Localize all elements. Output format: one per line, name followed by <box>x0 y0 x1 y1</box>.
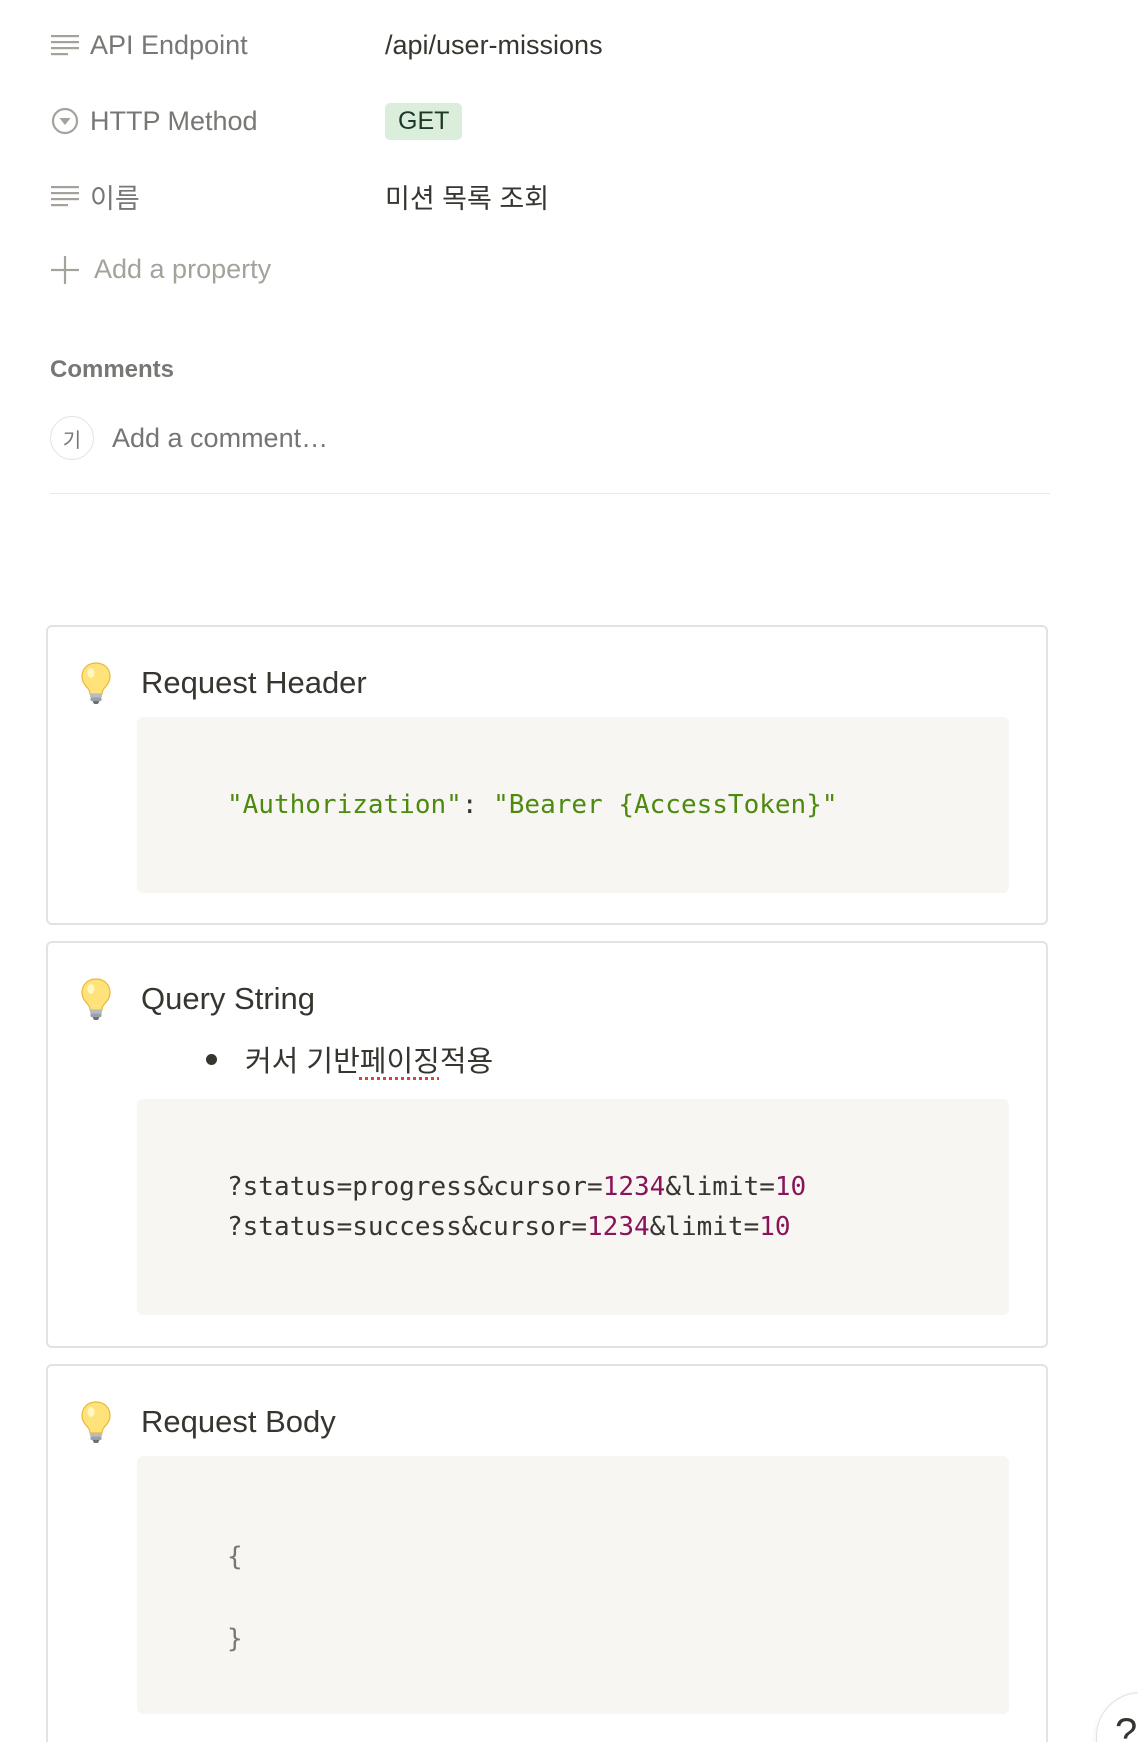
code-open-brace: { <box>227 1542 243 1572</box>
code-text: ?status=progress&cursor= <box>227 1172 603 1202</box>
callout-request-body: Request Body { } <box>46 1364 1048 1742</box>
add-property-button[interactable]: Add a property <box>50 254 271 285</box>
callout-request-header: Request Header "Authorization": "Bearer … <box>46 625 1048 925</box>
comments-title: Comments <box>50 356 174 384</box>
code-key: "Authorization" <box>227 790 462 820</box>
property-value[interactable]: 미션 목록 조회 <box>385 177 549 216</box>
help-button[interactable]: ? <box>1096 1692 1138 1742</box>
code-text: &limit= <box>650 1212 760 1242</box>
bullet-text-prefix: 커서 기반 <box>245 1038 360 1080</box>
notion-page: API Endpoint /api/user-missions HTTP Met… <box>0 0 1138 1742</box>
code-colon: : <box>462 790 478 820</box>
code-block[interactable]: { } <box>137 1456 1009 1714</box>
method-tag[interactable]: GET <box>385 103 462 140</box>
code-block[interactable]: "Authorization": "Bearer {AccessToken}" <box>137 717 1009 893</box>
comment-row: 기 <box>50 416 712 460</box>
callout-title: Request Header <box>141 665 367 701</box>
property-api-endpoint[interactable]: API Endpoint /api/user-missions <box>50 25 603 65</box>
lightbulb-icon <box>80 1400 112 1444</box>
callout-query-string: Query String 커서 기반 페이징 적용 ?status=progre… <box>46 941 1048 1348</box>
avatar: 기 <box>50 416 94 460</box>
property-value[interactable]: /api/user-missions <box>385 30 603 61</box>
spellcheck-word: 페이징 <box>360 1038 440 1080</box>
code-close-brace: } <box>227 1624 243 1654</box>
text-lines-icon <box>50 30 80 60</box>
text-lines-icon <box>50 181 80 211</box>
callout-title: Request Body <box>141 1404 336 1440</box>
property-label: 이름 <box>90 177 385 216</box>
comment-input[interactable] <box>112 423 712 454</box>
lightbulb-icon <box>80 661 112 705</box>
divider <box>50 493 1050 494</box>
code-number: 10 <box>775 1172 806 1202</box>
code-block[interactable]: ?status=progress&cursor=1234&limit=10 ?s… <box>137 1099 1009 1315</box>
code-number: 1234 <box>587 1212 650 1242</box>
property-name[interactable]: 이름 미션 목록 조회 <box>50 176 549 216</box>
code-number: 1234 <box>603 1172 666 1202</box>
code-number: 10 <box>759 1212 790 1242</box>
list-item[interactable]: 커서 기반 페이징 적용 <box>158 1038 493 1080</box>
plus-icon <box>50 255 80 285</box>
callout-title: Query String <box>141 981 315 1017</box>
bullet-text-suffix: 적용 <box>440 1038 493 1080</box>
property-http-method[interactable]: HTTP Method GET <box>50 101 462 141</box>
bullet-dot <box>206 1054 217 1065</box>
property-label: HTTP Method <box>90 106 385 137</box>
lightbulb-icon <box>80 977 112 1021</box>
code-value: "Bearer {AccessToken}" <box>493 790 837 820</box>
code-text: ?status=success&cursor= <box>227 1212 587 1242</box>
property-label: API Endpoint <box>90 30 385 61</box>
select-circle-icon <box>50 106 80 136</box>
code-text: &limit= <box>665 1172 775 1202</box>
add-property-label: Add a property <box>94 254 271 285</box>
help-label: ? <box>1115 1711 1137 1742</box>
